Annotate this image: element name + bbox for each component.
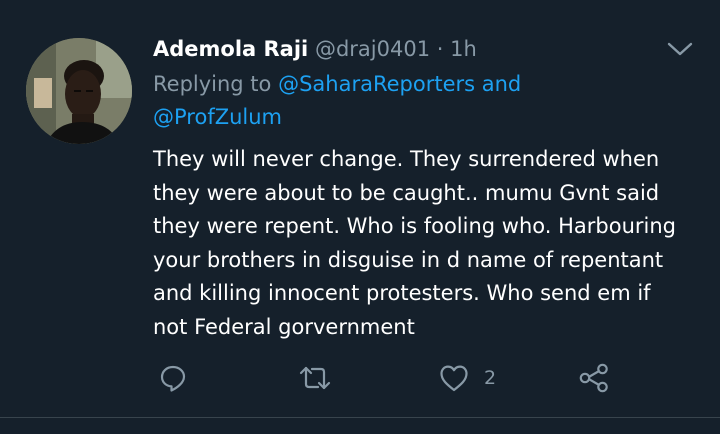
like-count: 2 bbox=[484, 367, 497, 389]
tweet-actions: 2 bbox=[0, 360, 720, 400]
mention-link[interactable]: @ProfZulum bbox=[153, 105, 282, 129]
share-button[interactable] bbox=[578, 360, 610, 396]
retweet-button[interactable] bbox=[298, 360, 332, 396]
author-name[interactable]: Ademola Raji bbox=[153, 37, 308, 61]
retweet-icon bbox=[298, 363, 332, 393]
mention-link[interactable]: @SaharaReporters bbox=[278, 72, 475, 96]
tweet-text: They will never change. They surrendered… bbox=[153, 147, 676, 339]
divider bbox=[0, 417, 720, 418]
heart-icon bbox=[438, 363, 470, 393]
reply-button[interactable] bbox=[158, 360, 188, 396]
replying-prefix: Replying to bbox=[153, 72, 279, 96]
share-icon bbox=[578, 362, 610, 394]
replying-to: Replying to @SaharaReporters and @ProfZu… bbox=[153, 68, 673, 134]
like-button[interactable]: 2 bbox=[438, 360, 496, 396]
tweet-header: Ademola Raji @draj0401 · 1h bbox=[153, 33, 477, 65]
chevron-down-icon[interactable] bbox=[666, 40, 694, 58]
avatar[interactable] bbox=[26, 38, 132, 144]
reply-icon bbox=[158, 363, 188, 393]
tweet[interactable]: Ademola Raji @draj0401 · 1h Replying to … bbox=[0, 0, 720, 417]
author-handle[interactable]: @draj0401 bbox=[315, 37, 430, 61]
mention-joiner[interactable]: and bbox=[475, 72, 522, 96]
timestamp[interactable]: 1h bbox=[450, 37, 477, 61]
meta-separator: · bbox=[430, 37, 451, 61]
